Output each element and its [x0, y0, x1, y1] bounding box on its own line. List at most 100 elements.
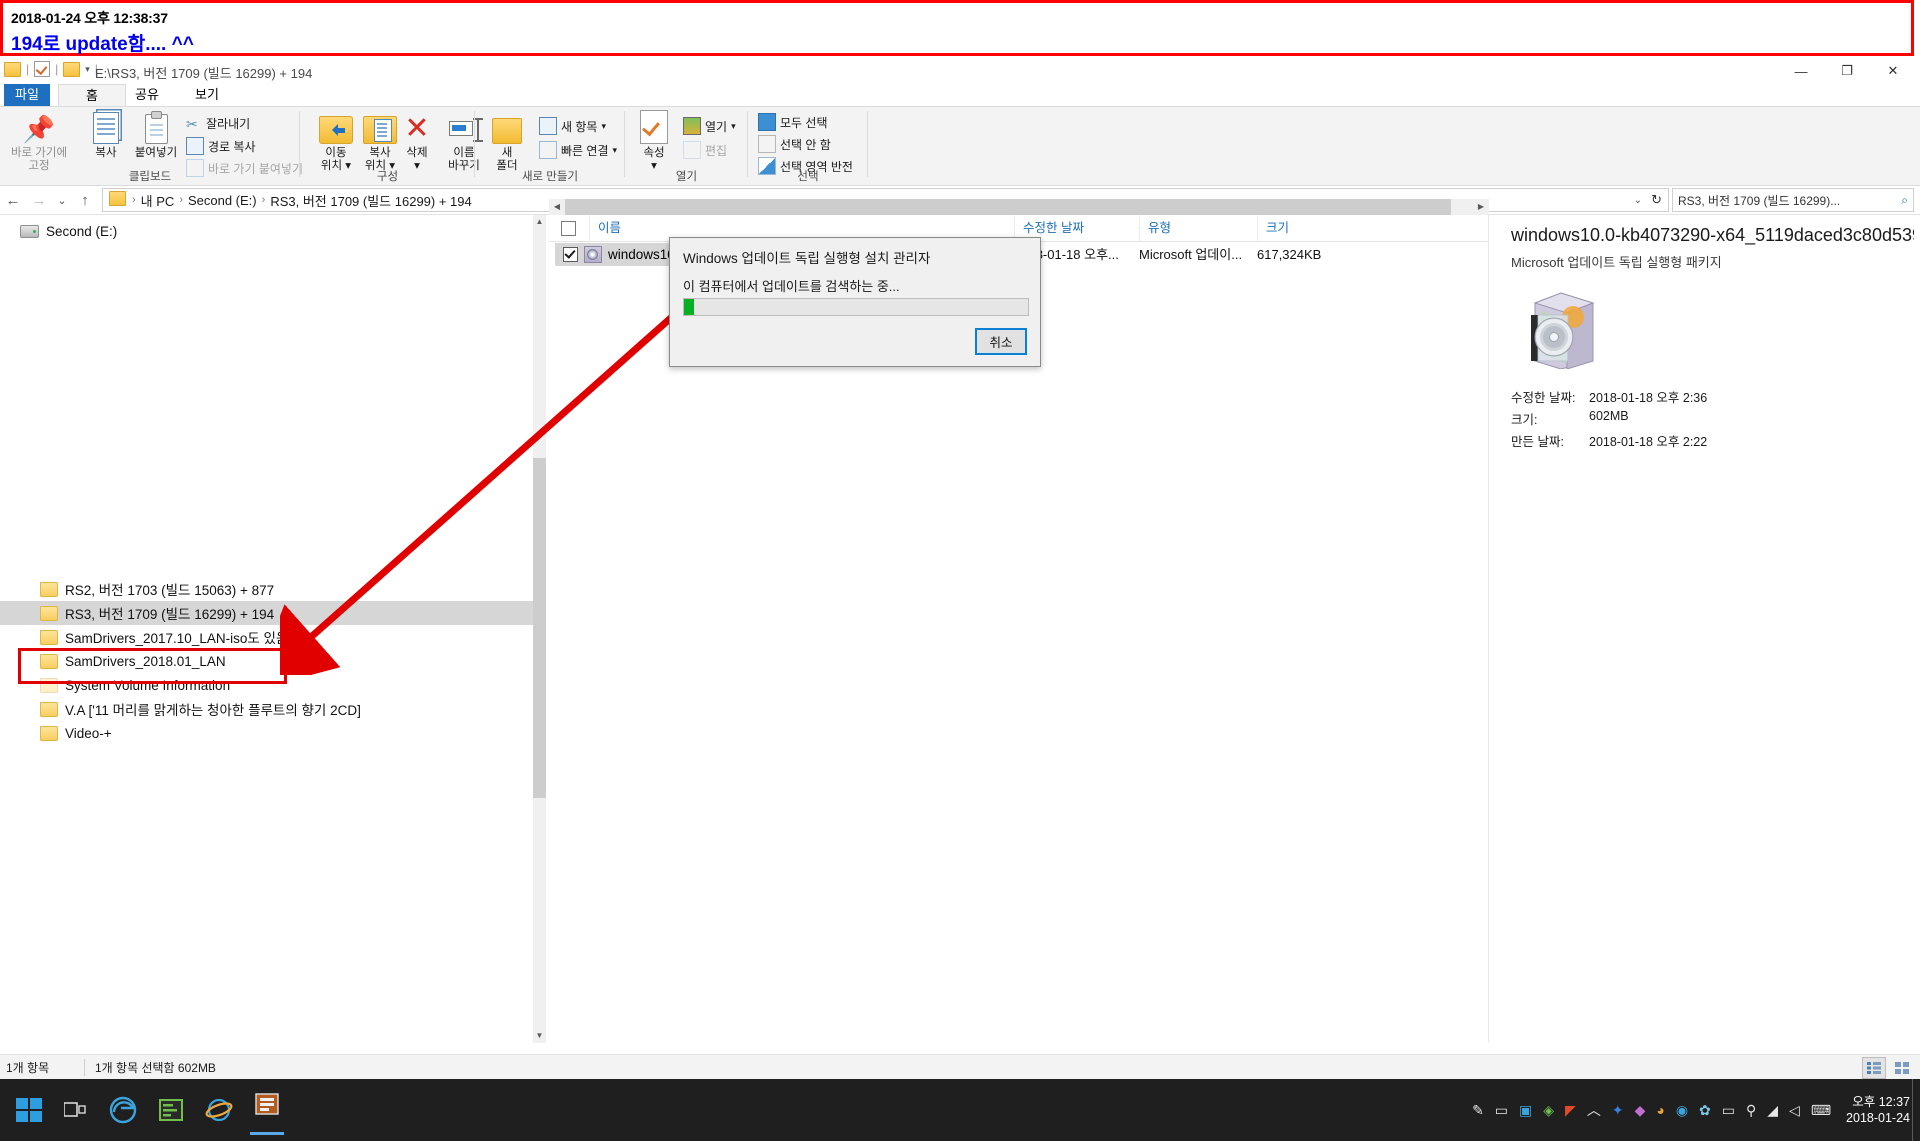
clock[interactable]: 오후 12:37 2018-01-24 — [1846, 1094, 1910, 1126]
select-all-button[interactable]: 모두 선택 — [758, 113, 828, 131]
details-view-icon[interactable] — [1862, 1057, 1886, 1079]
close-button[interactable]: ✕ — [1870, 58, 1916, 84]
copy-path-button[interactable]: 경로 복사 — [186, 137, 256, 155]
ribbon-tabs[interactable]: 파일 홈 공유 보기 — [0, 84, 1920, 108]
refresh-icon[interactable]: ↻ — [1651, 192, 1662, 208]
scroll-down-arrow[interactable]: ▼ — [533, 1029, 546, 1043]
open-button[interactable]: 열기 ▾ — [683, 117, 736, 135]
chevron-down-icon[interactable]: ▾ — [613, 145, 618, 156]
scroll-up-arrow[interactable]: ▲ — [533, 215, 546, 229]
column-size[interactable]: 크기 — [1257, 215, 1351, 241]
monitor-icon[interactable]: ▭ — [1495, 1102, 1508, 1119]
search-icon[interactable]: ⌕ — [1901, 193, 1908, 208]
hscroll-thumb[interactable] — [565, 199, 1451, 215]
breadcrumb-item-folder[interactable]: RS3, 버전 1709 (빌드 16299) + 194 — [267, 191, 474, 210]
network-icon[interactable]: ◢ — [1767, 1102, 1778, 1119]
gear-icon[interactable]: ✿ — [1699, 1102, 1711, 1119]
scroll-thumb[interactable] — [533, 458, 546, 798]
recent-locations-button[interactable]: ⌄ — [52, 194, 72, 207]
tree-root-second-e[interactable]: Second (E:) — [0, 219, 533, 243]
view-mode-buttons[interactable] — [1862, 1057, 1914, 1079]
tree-item[interactable]: Video-+ — [0, 721, 533, 745]
task-view-icon[interactable] — [58, 1093, 92, 1127]
drop-icon[interactable]: ◆ — [1635, 1102, 1646, 1119]
media-icon[interactable]: ▣ — [1519, 1102, 1532, 1119]
navigation-pane[interactable]: Second (E:) RS2, 버전 1703 (빌드 15063) + 87… — [0, 215, 533, 1043]
edit-label: 편집 — [705, 143, 728, 158]
keyboard-icon[interactable]: ⌨ — [1811, 1102, 1831, 1119]
edge-browser-icon[interactable] — [106, 1093, 140, 1127]
minimize-button[interactable]: — — [1778, 58, 1824, 84]
system-tray[interactable]: ✎ ▭ ▣ ◈ ◤ ︿ ✦ ◆ ◕ ◉ ✿ ▭ ⚲ ◢ ◁ ⌨ 오후 12:37… — [1472, 1079, 1920, 1141]
properties-check-icon[interactable] — [34, 61, 51, 77]
file-list-hscrollbar[interactable]: ◀ ▶ — [549, 199, 1489, 215]
new-folder-label1: 새 — [501, 147, 513, 159]
new-folder-icon[interactable] — [63, 61, 81, 77]
file-manager-icon[interactable] — [154, 1093, 188, 1127]
chevron-down-icon[interactable]: ▾ — [731, 121, 736, 132]
show-desktop-button[interactable] — [1912, 1079, 1920, 1141]
group-label-organize: 구성 — [376, 171, 399, 183]
large-icons-view-icon[interactable] — [1890, 1057, 1914, 1079]
pen-icon[interactable]: ✎ — [1472, 1102, 1484, 1119]
maximize-button[interactable]: ❐ — [1824, 58, 1870, 84]
column-type[interactable]: 유형 — [1139, 215, 1266, 241]
windows-start-icon[interactable] — [0, 1079, 58, 1141]
select-none-button[interactable]: 선택 안 함 — [758, 135, 831, 153]
windows-update-standalone-installer-dialog[interactable]: Windows 업데이트 독립 실행형 설치 관리자 이 컴퓨터에서 업데이트를… — [669, 237, 1041, 367]
new-folder-button[interactable]: 새 폴더 — [483, 110, 531, 172]
tree-item[interactable]: RS3, 버전 1709 (빌드 16299) + 194 — [0, 601, 533, 625]
internet-explorer-icon[interactable] — [202, 1093, 236, 1127]
breadcrumb-item-drive[interactable]: Second (E:) — [185, 193, 260, 208]
file-explorer-window: | | ▾ | E:\RS3, 버전 1709 (빌드 16299) + 194… — [0, 58, 1920, 1079]
chevron-down-icon[interactable]: ▾ — [601, 121, 606, 132]
properties-button[interactable]: 속성 ▾ — [631, 110, 677, 172]
chevron-down-icon[interactable]: ⌄ — [1634, 195, 1642, 206]
usb-icon[interactable]: ⚲ — [1746, 1102, 1756, 1119]
scroll-left-arrow[interactable]: ◀ — [549, 199, 565, 215]
details-prop-label: 크기: — [1511, 413, 1538, 427]
explorer-running-icon[interactable] — [250, 1088, 284, 1135]
new-item-button[interactable]: 새 항목 ▾ — [539, 117, 606, 135]
dialog-message: 이 컴퓨터에서 업데이트를 검색하는 중... — [683, 279, 900, 294]
delete-button[interactable]: ✕ 삭제 ▾ — [396, 110, 438, 172]
new-item-label: 새 항목 — [561, 119, 598, 134]
scroll-right-arrow[interactable]: ▶ — [1473, 199, 1489, 215]
edit-button[interactable]: 편집 — [683, 141, 727, 159]
folder-icon — [109, 191, 126, 209]
tab-view[interactable]: 보기 — [170, 84, 244, 106]
battery-icon[interactable]: ▭ — [1722, 1102, 1735, 1119]
pin-to-quick-access-button[interactable]: 📌 바로 가기에 고정 — [6, 110, 72, 172]
select-all-checkbox[interactable] — [561, 221, 576, 236]
cancel-button[interactable]: 취소 — [975, 328, 1027, 355]
search-orb-icon[interactable]: ◕ — [1656, 1102, 1664, 1118]
forward-button[interactable]: → — [26, 192, 52, 209]
antivirus-icon[interactable]: ◤ — [1565, 1102, 1576, 1119]
paste-button[interactable]: 붙여넣기 — [128, 110, 184, 160]
folder-icon[interactable] — [4, 61, 21, 77]
tab-file[interactable]: 파일 — [4, 84, 50, 106]
copy-button[interactable]: 복사 — [78, 110, 134, 160]
open-image-icon — [683, 117, 701, 135]
up-button[interactable]: ↑ — [72, 192, 98, 209]
cut-button[interactable]: ✂ 잘라내기 — [186, 115, 250, 132]
volume-icon[interactable]: ◁ — [1789, 1102, 1800, 1119]
tree-item[interactable]: SamDrivers_2017.10_LAN-iso도 있음 — [0, 625, 533, 649]
edit-icon — [683, 141, 701, 159]
globe-icon[interactable]: ◉ — [1676, 1102, 1688, 1119]
search-input[interactable]: RS3, 버전 1709 (빌드 16299)... ⌕ — [1672, 188, 1914, 212]
tree-item[interactable]: V.A ['11 머리를 맑게하는 청아한 플루트의 향기 2CD] — [0, 697, 533, 721]
breadcrumb-item-pc[interactable]: 내 PC — [138, 191, 178, 210]
back-button[interactable]: ← — [0, 192, 26, 209]
nav-scrollbar[interactable]: ▲ ▼ — [533, 215, 546, 1043]
chevron-up-icon[interactable]: ︿ — [1587, 1100, 1601, 1120]
quick-access-toolbar[interactable]: | | ▾ | — [4, 61, 98, 77]
taskbar[interactable]: ✎ ▭ ▣ ◈ ◤ ︿ ✦ ◆ ◕ ◉ ✿ ▭ ⚲ ◢ ◁ ⌨ 오후 12:37… — [0, 1079, 1920, 1141]
window-controls[interactable]: — ❐ ✕ — [1778, 58, 1916, 84]
chevron-down-icon[interactable]: ▾ — [85, 64, 90, 75]
group-label-open: 열기 — [675, 171, 698, 183]
bluetooth-icon[interactable]: ✦ — [1612, 1102, 1624, 1119]
tree-item[interactable]: RS2, 버전 1703 (빌드 15063) + 877 — [0, 577, 533, 601]
quick-access-button[interactable]: 빠른 연결 ▾ — [539, 141, 617, 159]
shield-icon[interactable]: ◈ — [1543, 1102, 1554, 1119]
